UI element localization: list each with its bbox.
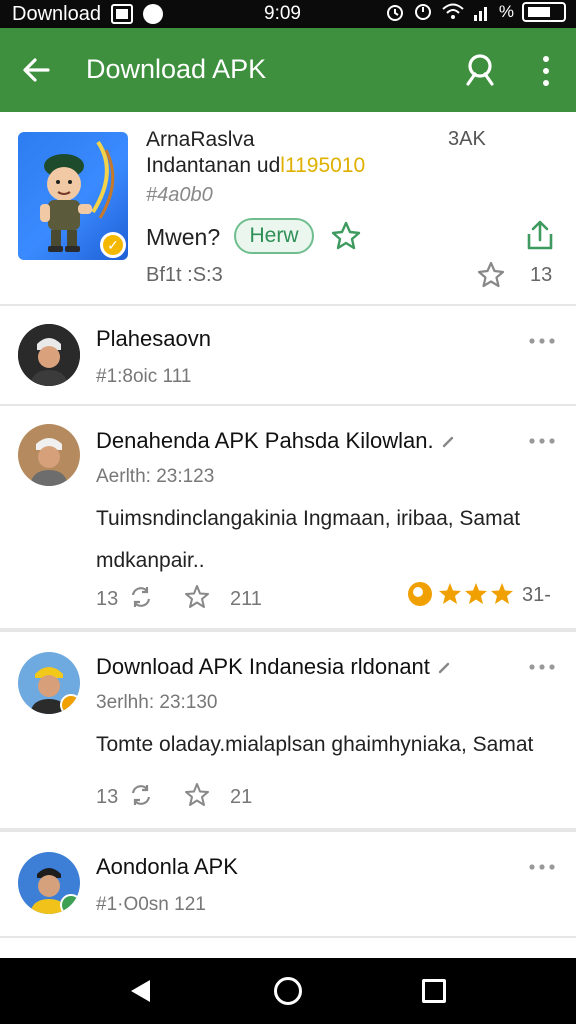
app-question: Mwen? — [146, 224, 221, 250]
app-count: 13 — [530, 264, 553, 286]
system-nav-bar — [0, 958, 576, 1024]
page-title: Download APK — [86, 54, 267, 84]
more-vert-icon[interactable] — [536, 54, 556, 88]
reply-count: 13 — [96, 786, 119, 808]
app-meta: Bf1t :S:3 — [146, 264, 223, 286]
rate-star-icon[interactable] — [476, 260, 506, 290]
rating-stars — [408, 582, 514, 606]
post-author-text: Denahenda APK Pahsda Kilowlan. — [96, 428, 434, 453]
app-icon[interactable]: ✓ — [18, 132, 128, 260]
star-count: 211 — [230, 588, 262, 610]
post-author-text: Download APK Indanesia rldonant — [96, 654, 430, 679]
avatar[interactable] — [18, 852, 80, 914]
list-item[interactable] — [0, 938, 576, 958]
wifi-icon — [442, 3, 464, 19]
list-item[interactable]: Denahenda APK Pahsda Kilowlan. Aerlth: 2… — [0, 406, 576, 632]
reply-count: 13 — [96, 588, 119, 610]
pencil-icon — [438, 662, 450, 674]
post-subtitle: #1·O0sn 121 — [96, 894, 206, 915]
avatar-image — [18, 324, 80, 386]
app-bar: Download APK — [0, 28, 576, 112]
app-tag: #4a0b0 — [146, 184, 213, 206]
verified-badge-icon: ✓ — [100, 232, 126, 258]
list-item[interactable]: Download APK Indanesia rldonant 3erlhh: … — [0, 632, 576, 832]
nav-home-icon[interactable] — [274, 977, 302, 1005]
app-card[interactable]: ✓ ArnaRaslva Indantanan udl1195010 #4a0b… — [0, 112, 576, 306]
post-subtitle: Aerlth: 23:123 — [96, 466, 215, 487]
gallery-icon — [110, 4, 133, 24]
battery-icon — [522, 2, 566, 22]
developer-prefix: Indantanan ud — [146, 154, 281, 177]
star-filled-icon — [439, 583, 461, 604]
status-left: Download — [12, 3, 163, 26]
status-badge — [60, 894, 80, 914]
coin-icon — [408, 582, 432, 606]
repost-icon[interactable] — [128, 584, 154, 610]
post-body: Tomte oladay.mialaplsan ghaimhyniaka, Sa… — [96, 733, 534, 756]
avatar-image — [18, 424, 80, 486]
repost-icon[interactable] — [128, 782, 154, 808]
more-horiz-icon[interactable] — [528, 436, 556, 446]
post-author: Aondonla APK — [96, 854, 238, 879]
status-bar: Download 9:09 % — [0, 0, 576, 28]
star-outline-icon[interactable] — [184, 782, 210, 808]
post-author: Denahenda APK Pahsda Kilowlan. — [96, 428, 454, 454]
battery-percent-label: % — [498, 2, 514, 21]
more-horiz-icon[interactable] — [528, 336, 556, 346]
status-badge — [60, 694, 80, 714]
star-outline-icon[interactable] — [184, 584, 210, 610]
developer-highlight: l1195010 — [280, 154, 366, 177]
sync-icon — [414, 4, 431, 20]
nav-recents-icon[interactable] — [422, 979, 446, 1003]
star-filled-icon — [491, 583, 513, 604]
avatar[interactable] — [18, 424, 80, 486]
status-label: Download — [12, 2, 101, 25]
post-subtitle: 3erlhh: 23:130 — [96, 692, 218, 713]
search-icon[interactable] — [462, 52, 498, 88]
share-icon[interactable] — [524, 218, 556, 252]
more-horiz-icon[interactable] — [528, 862, 556, 872]
more-horiz-icon[interactable] — [528, 662, 556, 672]
post-body: Tuimsndinclangakinia Ingmaan, iribaa, Sa… — [96, 507, 521, 572]
star-filled-icon — [465, 583, 487, 604]
post-subtitle: #1:8oic 111 — [96, 366, 192, 387]
post-author: Download APK Indanesia rldonant — [96, 654, 450, 680]
pencil-icon — [442, 436, 453, 448]
list-item[interactable]: Plahesaovn #1:8oic 111 — [0, 306, 576, 406]
new-button[interactable]: Herw — [234, 218, 314, 254]
app-name: ArnaRaslva — [146, 128, 255, 151]
star-count: 21 — [230, 786, 253, 808]
star-outline-icon[interactable] — [330, 220, 362, 252]
status-right: % — [385, 2, 566, 22]
signal-icon — [473, 7, 487, 21]
rating-count: 31- — [522, 584, 551, 606]
alarm-icon — [386, 5, 403, 21]
notification-icon — [142, 4, 163, 24]
app-size: 3AK — [448, 128, 486, 150]
post-author: Plahesaovn — [96, 326, 211, 351]
status-time: 9:09 — [264, 3, 301, 24]
list-item[interactable]: Aondonla APK #1·O0sn 121 — [0, 832, 576, 938]
avatar[interactable] — [18, 324, 80, 386]
avatar[interactable] — [18, 652, 80, 714]
app-developer: Indantanan udl1195010 — [146, 154, 365, 178]
arrow-back-icon[interactable] — [20, 54, 52, 86]
nav-back-icon[interactable] — [128, 978, 152, 1004]
